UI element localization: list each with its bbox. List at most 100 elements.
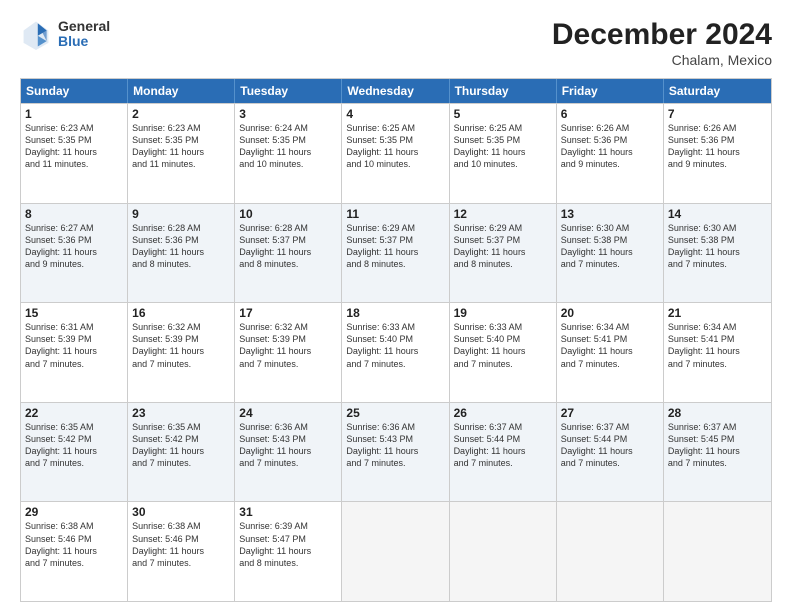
calendar: SundayMondayTuesdayWednesdayThursdayFrid…	[20, 78, 772, 602]
day-number: 14	[668, 207, 767, 221]
calendar-header-row: SundayMondayTuesdayWednesdayThursdayFrid…	[21, 79, 771, 103]
cell-text: Sunrise: 6:33 AMSunset: 5:40 PMDaylight:…	[346, 321, 444, 370]
calendar-cell: 23Sunrise: 6:35 AMSunset: 5:42 PMDayligh…	[128, 403, 235, 502]
calendar-header-cell: Tuesday	[235, 79, 342, 103]
day-number: 18	[346, 306, 444, 320]
calendar-cell: 15Sunrise: 6:31 AMSunset: 5:39 PMDayligh…	[21, 303, 128, 402]
day-number: 29	[25, 505, 123, 519]
day-number: 3	[239, 107, 337, 121]
calendar-cell: 1Sunrise: 6:23 AMSunset: 5:35 PMDaylight…	[21, 104, 128, 203]
calendar-cell: 27Sunrise: 6:37 AMSunset: 5:44 PMDayligh…	[557, 403, 664, 502]
header: General Blue December 2024 Chalam, Mexic…	[20, 18, 772, 68]
calendar-cell	[342, 502, 449, 601]
title-block: December 2024 Chalam, Mexico	[552, 18, 772, 68]
calendar-cell: 8Sunrise: 6:27 AMSunset: 5:36 PMDaylight…	[21, 204, 128, 303]
day-number: 22	[25, 406, 123, 420]
calendar-cell: 12Sunrise: 6:29 AMSunset: 5:37 PMDayligh…	[450, 204, 557, 303]
day-number: 13	[561, 207, 659, 221]
day-number: 24	[239, 406, 337, 420]
day-number: 17	[239, 306, 337, 320]
cell-text: Sunrise: 6:23 AMSunset: 5:35 PMDaylight:…	[25, 122, 123, 171]
calendar-cell	[450, 502, 557, 601]
day-number: 31	[239, 505, 337, 519]
cell-text: Sunrise: 6:38 AMSunset: 5:46 PMDaylight:…	[132, 520, 230, 569]
calendar-header-cell: Sunday	[21, 79, 128, 103]
cell-text: Sunrise: 6:28 AMSunset: 5:36 PMDaylight:…	[132, 222, 230, 271]
cell-text: Sunrise: 6:25 AMSunset: 5:35 PMDaylight:…	[454, 122, 552, 171]
day-number: 10	[239, 207, 337, 221]
cell-text: Sunrise: 6:37 AMSunset: 5:44 PMDaylight:…	[454, 421, 552, 470]
logo-blue-text: Blue	[58, 34, 110, 49]
day-number: 30	[132, 505, 230, 519]
calendar-row: 15Sunrise: 6:31 AMSunset: 5:39 PMDayligh…	[21, 302, 771, 402]
calendar-cell: 9Sunrise: 6:28 AMSunset: 5:36 PMDaylight…	[128, 204, 235, 303]
cell-text: Sunrise: 6:26 AMSunset: 5:36 PMDaylight:…	[561, 122, 659, 171]
cell-text: Sunrise: 6:29 AMSunset: 5:37 PMDaylight:…	[346, 222, 444, 271]
day-number: 11	[346, 207, 444, 221]
calendar-cell: 4Sunrise: 6:25 AMSunset: 5:35 PMDaylight…	[342, 104, 449, 203]
month-title: December 2024	[552, 18, 772, 52]
location: Chalam, Mexico	[552, 52, 772, 68]
cell-text: Sunrise: 6:34 AMSunset: 5:41 PMDaylight:…	[561, 321, 659, 370]
cell-text: Sunrise: 6:37 AMSunset: 5:44 PMDaylight:…	[561, 421, 659, 470]
calendar-header-cell: Saturday	[664, 79, 771, 103]
day-number: 21	[668, 306, 767, 320]
day-number: 4	[346, 107, 444, 121]
day-number: 28	[668, 406, 767, 420]
calendar-cell: 16Sunrise: 6:32 AMSunset: 5:39 PMDayligh…	[128, 303, 235, 402]
calendar-cell: 25Sunrise: 6:36 AMSunset: 5:43 PMDayligh…	[342, 403, 449, 502]
calendar-cell: 30Sunrise: 6:38 AMSunset: 5:46 PMDayligh…	[128, 502, 235, 601]
calendar-row: 29 Sunrise: 6:38 AMSunset: 5:46 PMDayligh…	[21, 501, 771, 601]
calendar-header-cell: Thursday	[450, 79, 557, 103]
calendar-cell: 5Sunrise: 6:25 AMSunset: 5:35 PMDaylight…	[450, 104, 557, 203]
day-number: 20	[561, 306, 659, 320]
calendar-row: 8Sunrise: 6:27 AMSunset: 5:36 PMDaylight…	[21, 203, 771, 303]
logo-text: General Blue	[58, 19, 110, 50]
calendar-cell: 2Sunrise: 6:23 AMSunset: 5:35 PMDaylight…	[128, 104, 235, 203]
calendar-cell: 11Sunrise: 6:29 AMSunset: 5:37 PMDayligh…	[342, 204, 449, 303]
calendar-cell: 20Sunrise: 6:34 AMSunset: 5:41 PMDayligh…	[557, 303, 664, 402]
day-number: 15	[25, 306, 123, 320]
calendar-cell: 31Sunrise: 6:39 AMSunset: 5:47 PMDayligh…	[235, 502, 342, 601]
cell-text: Sunrise: 6:33 AMSunset: 5:40 PMDaylight:…	[454, 321, 552, 370]
calendar-header-cell: Friday	[557, 79, 664, 103]
day-number: 19	[454, 306, 552, 320]
calendar-row: 22Sunrise: 6:35 AMSunset: 5:42 PMDayligh…	[21, 402, 771, 502]
day-number: 27	[561, 406, 659, 420]
calendar-cell: 14Sunrise: 6:30 AMSunset: 5:38 PMDayligh…	[664, 204, 771, 303]
cell-text: Sunrise: 6:35 AMSunset: 5:42 PMDaylight:…	[25, 421, 123, 470]
cell-text: Sunrise: 6:29 AMSunset: 5:37 PMDaylight:…	[454, 222, 552, 271]
calendar-header-cell: Wednesday	[342, 79, 449, 103]
day-number: 6	[561, 107, 659, 121]
cell-text: Sunrise: 6:34 AMSunset: 5:41 PMDaylight:…	[668, 321, 767, 370]
day-number: 26	[454, 406, 552, 420]
cell-text: Sunrise: 6:28 AMSunset: 5:37 PMDaylight:…	[239, 222, 337, 271]
cell-text: Sunrise: 6:35 AMSunset: 5:42 PMDaylight:…	[132, 421, 230, 470]
calendar-cell	[557, 502, 664, 601]
cell-text: Sunrise: 6:25 AMSunset: 5:35 PMDaylight:…	[346, 122, 444, 171]
logo-general-text: General	[58, 19, 110, 34]
cell-text: Sunrise: 6:30 AMSunset: 5:38 PMDaylight:…	[561, 222, 659, 271]
calendar-cell: 13Sunrise: 6:30 AMSunset: 5:38 PMDayligh…	[557, 204, 664, 303]
calendar-cell: 24Sunrise: 6:36 AMSunset: 5:43 PMDayligh…	[235, 403, 342, 502]
day-number: 25	[346, 406, 444, 420]
day-number: 9	[132, 207, 230, 221]
calendar-cell	[664, 502, 771, 601]
cell-text: Sunrise: 6:27 AMSunset: 5:36 PMDaylight:…	[25, 222, 123, 271]
calendar-cell: 22Sunrise: 6:35 AMSunset: 5:42 PMDayligh…	[21, 403, 128, 502]
day-number: 23	[132, 406, 230, 420]
day-number: 16	[132, 306, 230, 320]
calendar-cell: 17Sunrise: 6:32 AMSunset: 5:39 PMDayligh…	[235, 303, 342, 402]
calendar-cell: 26Sunrise: 6:37 AMSunset: 5:44 PMDayligh…	[450, 403, 557, 502]
cell-text: Sunrise: 6:39 AMSunset: 5:47 PMDaylight:…	[239, 520, 337, 569]
calendar-cell: 18Sunrise: 6:33 AMSunset: 5:40 PMDayligh…	[342, 303, 449, 402]
cell-text: Sunrise: 6:26 AMSunset: 5:36 PMDaylight:…	[668, 122, 767, 171]
day-number: 1	[25, 107, 123, 121]
calendar-header-cell: Monday	[128, 79, 235, 103]
calendar-cell: 21Sunrise: 6:34 AMSunset: 5:41 PMDayligh…	[664, 303, 771, 402]
calendar-body: 1Sunrise: 6:23 AMSunset: 5:35 PMDaylight…	[21, 103, 771, 601]
calendar-cell: 3Sunrise: 6:24 AMSunset: 5:35 PMDaylight…	[235, 104, 342, 203]
calendar-cell: 28Sunrise: 6:37 AMSunset: 5:45 PMDayligh…	[664, 403, 771, 502]
cell-text: Sunrise: 6:36 AMSunset: 5:43 PMDaylight:…	[239, 421, 337, 470]
calendar-cell: 19Sunrise: 6:33 AMSunset: 5:40 PMDayligh…	[450, 303, 557, 402]
